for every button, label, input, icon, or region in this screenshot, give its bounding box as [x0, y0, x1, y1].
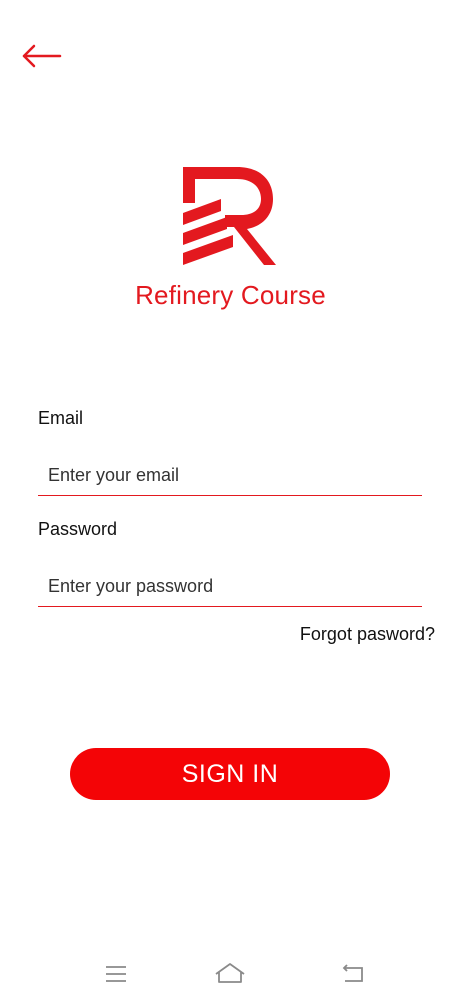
password-field[interactable]: [38, 567, 422, 607]
sign-in-button[interactable]: SIGN IN: [70, 748, 390, 800]
system-nav-bar: [0, 952, 461, 1000]
system-back-button[interactable]: [332, 960, 372, 988]
refinery-logo-icon: [179, 163, 279, 268]
menu-button[interactable]: [96, 960, 136, 988]
email-label: Email: [38, 408, 84, 428]
password-label: Password: [38, 519, 118, 539]
forgot-password-link[interactable]: Forgot pasword?: [300, 624, 435, 645]
app-name: Refinery Course: [135, 280, 326, 310]
menu-icon: [96, 960, 136, 988]
home-button[interactable]: [210, 960, 250, 988]
back-icon: [332, 960, 372, 988]
arrow-left-icon: [18, 38, 66, 74]
email-field[interactable]: [38, 456, 422, 496]
back-button[interactable]: [18, 38, 66, 74]
home-icon: [210, 960, 250, 988]
